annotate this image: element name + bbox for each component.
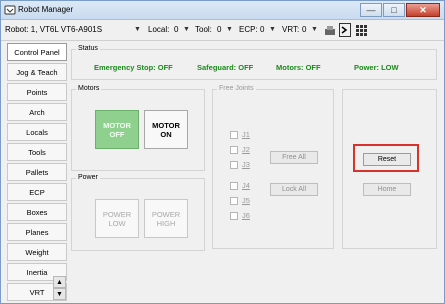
motors-status: Motors: OFF (276, 63, 321, 72)
joint-j6-label: J6 (242, 211, 250, 220)
joint-j3-checkbox[interactable] (230, 160, 238, 169)
robot-dropdown-arrow-icon[interactable]: ▼ (134, 26, 141, 33)
motors-group: Motors MOTOR OFF MOTOR ON (71, 85, 205, 171)
joint-j4-row[interactable]: J4 (230, 181, 250, 190)
safeguard-status: Safeguard: OFF (197, 63, 254, 72)
sidebar-item-locals[interactable]: Locals (7, 123, 67, 141)
tool-dropdown-arrow-icon[interactable]: ▼ (226, 26, 233, 33)
sidebar-item-tools[interactable]: Tools (7, 143, 67, 161)
status-group: Status Emergency Stop: OFF Safeguard: OF… (71, 45, 437, 80)
motor-on-line1: MOTOR (152, 120, 180, 130)
sidebar-item-ecp[interactable]: ECP (7, 183, 67, 201)
joint-j1-label: J1 (242, 130, 250, 139)
joint-j5-checkbox[interactable] (230, 196, 238, 205)
local-value[interactable]: 0 (174, 25, 178, 34)
power-group-label: Power (76, 174, 100, 181)
tool-label: Tool: (195, 25, 212, 34)
sidebar-item-pallets[interactable]: Pallets (7, 163, 67, 181)
tool-value[interactable]: 0 (217, 25, 221, 34)
joint-j5-label: J5 (242, 196, 250, 205)
command-window-icon[interactable] (339, 23, 351, 37)
power-low-line1: POWER (102, 209, 132, 219)
toolbar: Robot: 1, VT6L VT6-A901S ▼ Local: 0 ▼ To… (1, 20, 444, 41)
motor-on-line2: ON (160, 129, 172, 139)
ecp-value[interactable]: 0 (260, 25, 264, 34)
joint-j1-checkbox[interactable] (230, 130, 238, 139)
sidebar-item-points[interactable]: Points (7, 83, 67, 101)
window-title: Robot Manager (18, 5, 74, 14)
free-all-button[interactable]: Free All (270, 151, 318, 164)
lock-all-button[interactable]: Lock All (270, 183, 318, 196)
power-high-line2: HIGH (156, 218, 176, 228)
sidebar-item-jog-teach[interactable]: Jog & Teach (7, 63, 67, 81)
title-bar: Robot Manager — □ ✕ (1, 1, 444, 20)
robot-selector-label[interactable]: Robot: 1, VT6L VT6-A901S (5, 25, 102, 34)
sidebar-item-planes[interactable]: Planes (7, 223, 67, 241)
scroll-up-icon[interactable]: ▲ (53, 276, 66, 288)
motor-off-button[interactable]: MOTOR OFF (95, 110, 139, 149)
minimize-button[interactable]: — (360, 3, 382, 17)
window-controls: — □ ✕ (359, 3, 440, 17)
power-high-line1: POWER (151, 209, 181, 219)
sidebar-item-control-panel[interactable]: Control Panel (7, 43, 67, 61)
vrt-value[interactable]: 0 (302, 25, 306, 34)
maximize-button[interactable]: □ (383, 3, 405, 17)
vrt-label: VRT: (282, 25, 300, 34)
robot-icon[interactable] (323, 23, 337, 37)
power-low-line2: LOW (108, 218, 126, 228)
sidebar-item-boxes[interactable]: Boxes (7, 203, 67, 221)
ecp-dropdown-arrow-icon[interactable]: ▼ (269, 26, 276, 33)
power-status: Power: LOW (354, 63, 399, 72)
ecp-label: ECP: (239, 25, 258, 34)
motor-off-line1: MOTOR (103, 120, 131, 130)
joint-j1-row[interactable]: J1 (230, 130, 250, 139)
robot-manager-icon (4, 5, 16, 15)
joint-j2-row[interactable]: J2 (230, 145, 250, 154)
joint-j6-checkbox[interactable] (230, 211, 238, 220)
power-low-button[interactable]: POWER LOW (95, 199, 139, 238)
joint-j3-label: J3 (242, 160, 250, 169)
sidebar: Control Panel Jog & Teach Points Arch Lo… (7, 43, 67, 301)
status-group-label: Status (76, 45, 100, 52)
scroll-down-icon[interactable]: ▼ (53, 288, 66, 300)
reset-highlight-box (353, 144, 419, 172)
joint-j6-row[interactable]: J6 (230, 211, 250, 220)
robot-manager-window: Robot Manager — □ ✕ Robot: 1, VT6L VT6-A… (0, 0, 445, 304)
power-group: Power POWER LOW POWER HIGH (71, 174, 205, 251)
io-monitor-icon[interactable] (355, 23, 369, 37)
motor-on-button[interactable]: MOTOR ON (144, 110, 188, 149)
motors-group-label: Motors (76, 85, 102, 92)
home-button[interactable]: Home (363, 183, 411, 196)
sidebar-item-weight[interactable]: Weight (7, 243, 67, 261)
joint-j4-checkbox[interactable] (230, 181, 238, 190)
free-joints-group: Free Joints J1 J2 J3 J4 J5 J6 Free All L… (212, 85, 334, 249)
joint-j2-label: J2 (242, 145, 250, 154)
local-dropdown-arrow-icon[interactable]: ▼ (183, 26, 190, 33)
joint-j2-checkbox[interactable] (230, 145, 238, 154)
emergency-stop-status: Emergency Stop: OFF (94, 63, 173, 72)
motor-off-line2: OFF (109, 129, 125, 139)
free-joints-group-label: Free Joints (217, 85, 256, 92)
sidebar-item-arch[interactable]: Arch (7, 103, 67, 121)
vrt-dropdown-arrow-icon[interactable]: ▼ (311, 26, 318, 33)
power-high-button[interactable]: POWER HIGH (144, 199, 188, 238)
local-label: Local: (148, 25, 170, 34)
joint-j5-row[interactable]: J5 (230, 196, 250, 205)
close-button[interactable]: ✕ (406, 3, 440, 17)
joint-j3-row[interactable]: J3 (230, 160, 250, 169)
joint-j4-label: J4 (242, 181, 250, 190)
